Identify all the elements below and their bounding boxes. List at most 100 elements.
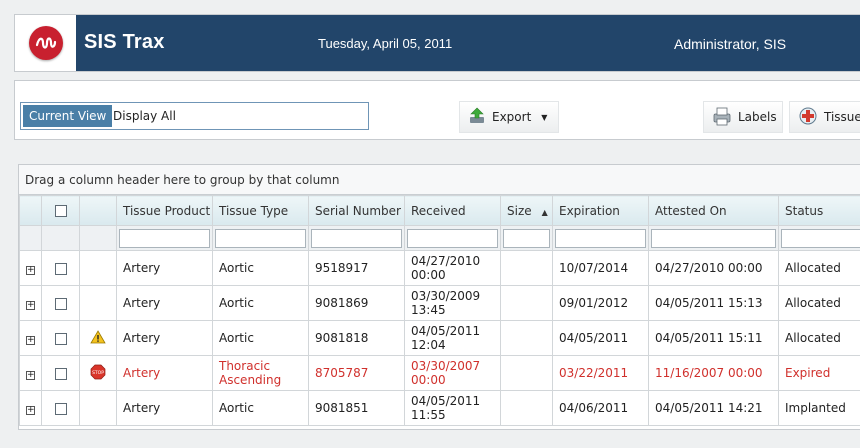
filter-attested-on-input[interactable] [651,228,776,248]
cell-size [500,250,553,286]
export-icon [468,107,486,128]
filter-cell-empty [79,225,117,251]
column-header-status[interactable]: Status [778,195,860,226]
tissue-grid: Drag a column header here to group by th… [18,164,860,430]
svg-text:STOP: STOP [92,370,104,376]
labels-button[interactable]: Labels [703,101,783,133]
filter-size-input[interactable] [503,228,550,248]
column-header-received[interactable]: Received [404,195,501,226]
export-label: Export [492,110,532,124]
cell-tissue-product: Artery [116,320,213,356]
cell-serial-number: 8705787 [308,355,405,391]
cell-serial-number: 9081851 [308,390,405,426]
row-checkbox[interactable] [54,297,67,310]
sis-logo-icon[interactable] [28,26,63,60]
column-header-expiration[interactable]: Expiration [552,195,649,226]
cell-tissue-type: Aortic [212,390,309,426]
view-value[interactable]: Display All [113,107,176,125]
row-checkbox[interactable] [54,262,67,275]
header-row: Tissue Product Tissue Type Serial Number… [19,195,860,226]
column-header-tissue-type[interactable]: Tissue Type [212,195,309,226]
expand-cell: + [19,390,42,426]
tissue-button[interactable]: Tissue [789,101,860,133]
select-cell [41,390,80,426]
filter-status-input[interactable] [781,228,860,248]
expand-row-icon[interactable]: + [26,336,35,345]
column-header-attested-on[interactable]: Attested On [648,195,779,226]
cell-attested-on: 04/05/2011 15:13 [648,285,779,321]
filter-tissue-type-input[interactable] [215,228,306,248]
app-header: SIS Trax Tuesday, April 05, 2011 Adminis… [14,14,860,72]
cell-serial-number: 9081818 [308,320,405,356]
chevron-down-icon: ▼ [541,112,548,122]
filter-cell [500,225,553,251]
table-row[interactable]: + Artery Aortic 9081851 04/05/2011 11:55… [19,390,860,426]
tissue-label: Tissue [824,110,860,124]
cell-received: 03/30/2007 00:00 [404,355,501,391]
table-row[interactable]: + STOP Artery Thoracic Ascending 8705787… [19,355,860,391]
filter-cell [308,225,405,251]
column-header-size[interactable]: Size ▲ [500,195,553,226]
filter-cell [648,225,779,251]
stop-icon: STOP [90,364,106,383]
select-cell [41,320,80,356]
cell-tissue-product: Artery [116,250,213,286]
row-checkbox[interactable] [54,332,67,345]
cell-status: Allocated [778,250,860,286]
grid-table: Tissue Product Tissue Type Serial Number… [19,195,860,426]
filter-cell [212,225,309,251]
cell-attested-on: 04/05/2011 15:11 [648,320,779,356]
cell-received: 04/27/2010 00:00 [404,250,501,286]
alert-icon-cell [79,320,117,356]
table-row[interactable]: + Artery Aortic 9081869 03/30/2009 13:45… [19,285,860,321]
cell-status: Implanted [778,390,860,426]
cell-size [500,355,553,391]
expand-row-icon[interactable]: + [26,406,35,415]
header-user[interactable]: Administrator, SIS [674,36,786,52]
filter-expiration-input[interactable] [555,228,646,248]
cell-received: 04/05/2011 12:04 [404,320,501,356]
cell-attested-on: 04/27/2010 00:00 [648,250,779,286]
select-cell [41,355,80,391]
alert-icon-cell: STOP [79,355,117,391]
filter-received-input[interactable] [407,228,498,248]
select-all-checkbox[interactable] [54,205,67,217]
filter-cell [778,225,860,251]
group-by-panel[interactable]: Drag a column header here to group by th… [19,165,860,195]
cell-serial-number: 9518917 [308,250,405,286]
filter-tissue-product-input[interactable] [119,228,210,248]
expand-cell: + [19,250,42,286]
filter-serial-number-input[interactable] [311,228,402,248]
expand-row-icon[interactable]: + [26,371,35,380]
export-button[interactable]: Export ▼ [459,101,559,133]
select-all-header [41,195,80,226]
filter-cell-empty [41,225,80,251]
column-header-serial-number[interactable]: Serial Number [308,195,405,226]
cell-serial-number: 9081869 [308,285,405,321]
cell-received: 04/05/2011 11:55 [404,390,501,426]
expand-row-icon[interactable]: + [26,266,35,275]
tissue-icon [798,106,818,129]
row-checkbox[interactable] [54,402,67,415]
view-selector[interactable]: Current View Display All [20,102,369,130]
current-view-tab[interactable]: Current View [23,105,113,127]
select-cell [41,250,80,286]
filter-cell [404,225,501,251]
table-row[interactable]: + Artery Aortic 9081818 04/05/2011 12:04… [19,320,860,356]
column-header-tissue-product[interactable]: Tissue Product [116,195,213,226]
row-checkbox[interactable] [54,367,67,380]
alert-icon-cell [79,250,117,286]
expand-row-icon[interactable]: + [26,301,35,310]
labels-label: Labels [738,110,777,124]
cell-attested-on: 11/16/2007 00:00 [648,355,779,391]
cell-status: Allocated [778,285,860,321]
size-header-label: Size [507,203,532,218]
expand-column-header [19,195,42,226]
cell-expiration: 09/01/2012 [552,285,649,321]
table-row[interactable]: + Artery Aortic 9518917 04/27/2010 00:00… [19,250,860,286]
cell-size [500,320,553,356]
cell-tissue-type: Aortic [212,285,309,321]
filter-row [19,225,860,251]
cell-expiration: 03/22/2011 [552,355,649,391]
expand-cell: + [19,355,42,391]
